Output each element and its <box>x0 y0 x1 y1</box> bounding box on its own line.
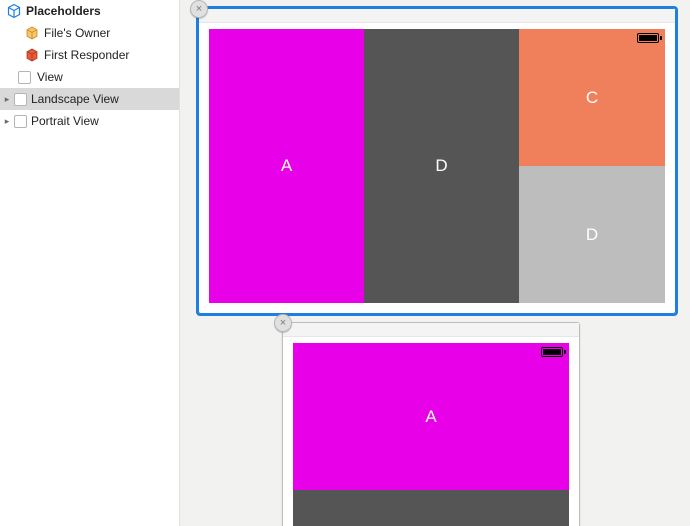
scene-body: A <box>293 343 569 526</box>
outline-item-label: First Responder <box>44 48 129 62</box>
region-label: D <box>435 156 447 176</box>
editor-canvas[interactable]: × A D C D × <box>180 0 690 526</box>
region-label: C <box>586 88 598 108</box>
outline-sidebar: Placeholders File's Owner First Responde… <box>0 0 180 526</box>
close-scene-button[interactable]: × <box>274 314 292 332</box>
region-D-center[interactable]: D <box>364 29 519 303</box>
scene-body: A D C D <box>209 29 665 303</box>
close-scene-button[interactable]: × <box>190 0 208 18</box>
close-icon: × <box>280 317 286 329</box>
scene-portrait[interactable]: × A <box>282 322 580 526</box>
cube-icon <box>6 3 22 19</box>
region-A-portrait[interactable]: A <box>293 343 569 490</box>
battery-icon <box>637 33 659 43</box>
view-checkbox-icon <box>18 71 31 84</box>
cube-outline-icon <box>24 25 40 41</box>
scene-landscape[interactable]: × A D C D <box>198 8 676 314</box>
outline-group-placeholders[interactable]: Placeholders <box>0 0 179 22</box>
outline-item-label: File's Owner <box>44 26 110 40</box>
region-A[interactable]: A <box>209 29 364 303</box>
region-label: D <box>586 225 598 245</box>
outline-item-label: Landscape View <box>31 92 119 106</box>
outline-item-portrait-view[interactable]: ▸ Portrait View <box>0 110 179 132</box>
region-label: A <box>281 156 292 176</box>
view-checkbox-icon <box>14 93 27 106</box>
region-label: A <box>425 407 436 427</box>
outline-item-label: View <box>37 70 63 84</box>
scene-titlebar <box>199 9 675 23</box>
outline-item-first-responder[interactable]: First Responder <box>0 44 179 66</box>
root: Placeholders File's Owner First Responde… <box>0 0 690 526</box>
outline-group-label: Placeholders <box>26 4 101 18</box>
outline-item-files-owner[interactable]: File's Owner <box>0 22 179 44</box>
cube-red-icon <box>24 47 40 63</box>
outline-item-landscape-view[interactable]: ▸ Landscape View <box>0 88 179 110</box>
scene-titlebar <box>283 323 579 337</box>
region-below-portrait[interactable] <box>293 490 569 526</box>
outline-item-label: Portrait View <box>31 114 99 128</box>
close-icon: × <box>196 3 202 15</box>
region-D-right[interactable]: D <box>519 166 665 303</box>
disclosure-icon[interactable]: ▸ <box>2 94 12 104</box>
disclosure-icon[interactable]: ▸ <box>2 116 12 126</box>
outline-item-view[interactable]: View <box>0 66 179 88</box>
battery-icon <box>541 347 563 357</box>
region-C[interactable]: C <box>519 29 665 166</box>
view-checkbox-icon <box>14 115 27 128</box>
